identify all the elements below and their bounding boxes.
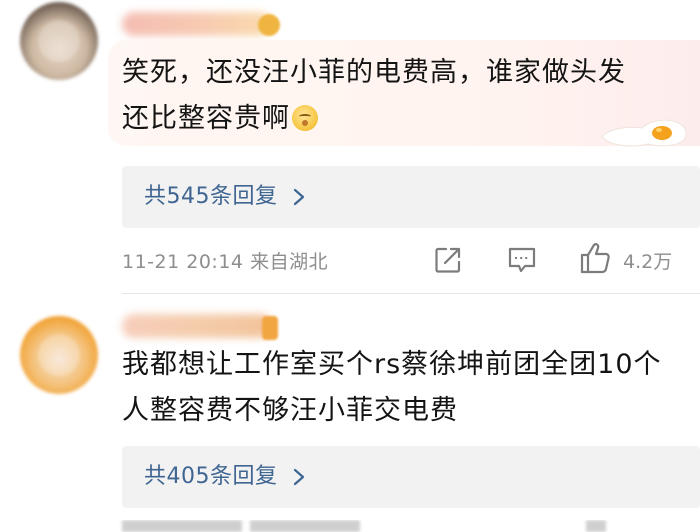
reply-summary[interactable]: 共545条回复: [122, 166, 700, 228]
reply-count-link[interactable]: 共405条回复: [144, 460, 278, 494]
like-count: 4.2万: [623, 251, 673, 273]
cutoff-like-icon: [586, 520, 606, 532]
comment-text[interactable]: 笑死，还没汪小菲的电费高，谁家做头发 还比整容贵啊: [122, 50, 662, 142]
comment-text-line: 我都想让工作室买个rs蔡徐坤前团全团10个: [122, 349, 662, 380]
thumbs-up-icon[interactable]: [580, 242, 610, 274]
cutoff-meta-text: [250, 520, 360, 532]
chevron-right-icon: [293, 188, 305, 206]
cutoff-meta-text: [122, 520, 242, 532]
comment-text[interactable]: 我都想让工作室买个rs蔡徐坤前团全团10个 人整容费不够汪小菲交电费: [122, 342, 682, 434]
comment-text-line: 还比整容贵啊: [122, 96, 662, 142]
fried-egg-icon: [601, 119, 687, 147]
comment-meta: 11-21 20:14 来自湖北: [122, 247, 328, 274]
reply-count-link[interactable]: 共545条回复: [144, 180, 278, 214]
vip-badge-icon: [262, 316, 278, 340]
username-blurred[interactable]: [122, 314, 272, 338]
vip-badge-icon: [258, 14, 280, 36]
comment-item: 我都想让工作室买个rs蔡徐坤前团全团10个 人整容费不够汪小菲交电费 共405条…: [0, 294, 700, 532]
location: 来自湖北: [250, 251, 329, 273]
username-blurred[interactable]: [122, 12, 272, 36]
comment-item: 笑死，还没汪小菲的电费高，谁家做头发 还比整容贵啊 共545条回复 11-21 …: [0, 0, 700, 294]
chevron-right-icon: [293, 468, 305, 486]
cutoff-meta-row: [0, 520, 700, 532]
comment-text-line: 笑死，还没汪小菲的电费高，谁家做头发: [122, 57, 626, 88]
avatar[interactable]: [20, 316, 98, 394]
reply-summary[interactable]: 共405条回复: [122, 446, 700, 508]
share-icon[interactable]: [434, 246, 462, 274]
avatar[interactable]: [20, 2, 98, 80]
shush-face-emoji-icon: [292, 105, 318, 131]
comment-text-line-content: 还比整容贵啊: [122, 103, 290, 134]
comment-text-line: 人整容费不够汪小菲交电费: [122, 395, 458, 426]
timestamp: 11-21 20:14: [122, 251, 244, 273]
comment-icon[interactable]: [507, 246, 537, 274]
